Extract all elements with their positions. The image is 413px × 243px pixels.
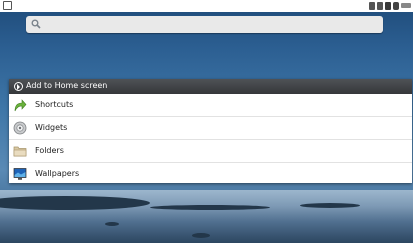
app-notification-icon[interactable] bbox=[3, 1, 12, 10]
wallpaper-shoreline bbox=[0, 190, 413, 243]
menu-item-label: Wallpapers bbox=[35, 169, 80, 178]
shoreline-strip bbox=[300, 203, 360, 208]
menu-item-wallpapers[interactable]: Wallpapers bbox=[9, 163, 412, 183]
menu-item-folders[interactable]: Folders bbox=[9, 140, 412, 163]
menu-item-label: Folders bbox=[35, 146, 64, 155]
dialog-title-bar: Add to Home screen bbox=[9, 79, 412, 94]
shoreline-rock bbox=[192, 233, 210, 238]
folder-icon bbox=[13, 146, 27, 157]
search-bar[interactable] bbox=[26, 16, 383, 33]
signal-icon bbox=[385, 2, 391, 10]
menu-item-label: Shortcuts bbox=[35, 100, 74, 109]
widgets-icon bbox=[13, 121, 27, 135]
clock-icon bbox=[401, 3, 411, 8]
menu-item-widgets[interactable]: Widgets bbox=[9, 117, 412, 140]
shoreline-strip bbox=[150, 205, 270, 210]
dialog-title: Add to Home screen bbox=[26, 81, 108, 90]
add-to-home-dialog: Add to Home screen Shortcuts Widgets Fol… bbox=[9, 79, 412, 183]
shortcut-arrow-icon bbox=[14, 99, 27, 112]
status-bar bbox=[0, 0, 413, 12]
shoreline-rock bbox=[105, 222, 119, 226]
usb-icon bbox=[377, 2, 383, 10]
sd-card-icon bbox=[369, 2, 375, 10]
menu-item-label: Widgets bbox=[35, 123, 68, 132]
menu-item-shortcuts[interactable]: Shortcuts bbox=[9, 94, 412, 117]
add-icon bbox=[14, 82, 23, 91]
battery-icon bbox=[393, 2, 399, 10]
wallpaper-icon bbox=[13, 168, 27, 180]
search-icon[interactable] bbox=[31, 19, 41, 29]
shoreline-hill bbox=[0, 196, 150, 210]
